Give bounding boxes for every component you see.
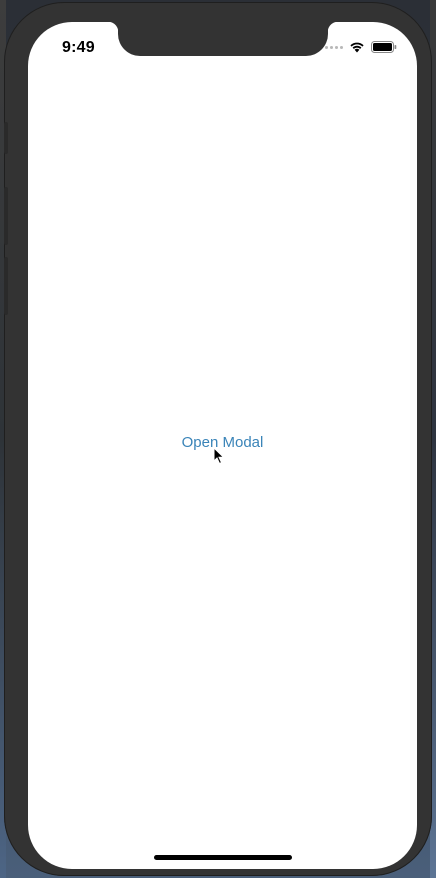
wifi-icon [350, 42, 364, 53]
volume-up-button [4, 187, 8, 245]
battery-icon [371, 41, 397, 53]
phone-screen: 9:49 Open Modal [28, 22, 417, 869]
status-icons [325, 41, 397, 53]
device-frame: 9:49 Open Modal [4, 2, 432, 876]
status-time: 9:49 [62, 39, 95, 56]
mouse-cursor-icon [213, 447, 225, 465]
notch [108, 22, 338, 56]
volume-down-button [4, 257, 8, 315]
mute-switch [4, 122, 8, 154]
signal-dots-icon [325, 45, 343, 49]
home-indicator[interactable] [154, 855, 292, 860]
